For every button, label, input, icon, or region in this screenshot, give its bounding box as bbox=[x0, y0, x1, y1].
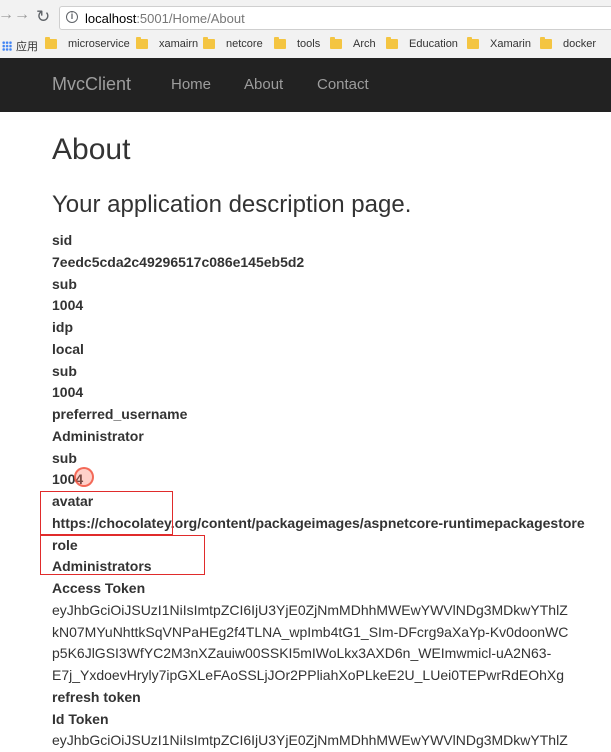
avatar-highlight-box bbox=[40, 491, 173, 535]
claim-line: Administrator bbox=[52, 427, 144, 444]
claim-line: p5K6JlGSI3WfYC2M3nXZauiw00SSKI5mIWoLkx3A… bbox=[52, 645, 552, 662]
folder-icon bbox=[45, 37, 57, 49]
reload-icon[interactable]: ↻ bbox=[36, 7, 50, 27]
bookmark-label: xamairn bbox=[159, 38, 199, 50]
bookmark-label: Xamarin bbox=[490, 38, 531, 50]
navbar-brand[interactable]: MvcClient bbox=[52, 74, 131, 95]
nav-link-about[interactable]: About bbox=[244, 76, 283, 93]
url-text: localhost:5001/Home/About bbox=[85, 11, 245, 26]
claim-line: eyJhbGciOiJSUzI1NiIsImtpZCI6IjU3YjE0ZjNm… bbox=[52, 601, 568, 618]
claim-line: Access Token bbox=[52, 580, 146, 596]
folder-icon bbox=[540, 37, 552, 49]
bookmark-arch[interactable]: Arch bbox=[330, 37, 376, 50]
claim-line: sub bbox=[52, 362, 77, 379]
bookmark-docker[interactable]: docker bbox=[540, 37, 597, 50]
bookmark-label: Education bbox=[409, 38, 458, 50]
bookmark-tools[interactable]: tools bbox=[274, 37, 321, 50]
url-path: :5001/Home/About bbox=[136, 11, 245, 26]
folder-icon bbox=[330, 37, 342, 49]
claim-line: 1004 bbox=[52, 297, 84, 314]
folder-icon bbox=[136, 37, 148, 49]
bookmark-label: docker bbox=[563, 38, 597, 50]
address-bar[interactable]: i localhost:5001/Home/About bbox=[59, 6, 611, 30]
bookmark-label: tools bbox=[297, 38, 321, 50]
bookmark-education[interactable]: Education bbox=[386, 37, 458, 50]
claim-line: kN07MYuNhttkSqVNPaHEg2f4TLNA_wpImb4tG1_S… bbox=[52, 623, 569, 640]
claim-line: preferred_username bbox=[52, 406, 188, 422]
bookmark-label: Arch bbox=[353, 38, 376, 50]
forward-arrow-icon[interactable]: → bbox=[14, 6, 30, 24]
browser-toolbar: → → ↻ i localhost:5001/Home/About bbox=[0, 0, 611, 34]
claim-line: E7j_YxdoevHryly7ipGXLeFAoSSLjJOr2PPliahX… bbox=[52, 667, 565, 683]
url-host: localhost bbox=[85, 11, 137, 26]
bookmark-netcore[interactable]: netcore bbox=[203, 37, 263, 50]
claim-line: 1004 bbox=[52, 384, 84, 401]
folder-icon bbox=[274, 37, 286, 49]
info-icon[interactable]: i bbox=[66, 11, 78, 23]
bookmark-microservice[interactable]: microservice bbox=[45, 37, 130, 50]
page-title: About bbox=[52, 133, 131, 166]
claim-line: sub bbox=[52, 449, 77, 466]
bookmark-xamarin[interactable]: Xamarin bbox=[467, 37, 531, 50]
claim-line: 7eedc5cda2c49296517c086e145eb5d2 bbox=[52, 253, 305, 270]
site-navbar: MvcClient Home About Contact bbox=[0, 58, 611, 112]
role-highlight-box bbox=[40, 535, 205, 575]
apps-grid-icon bbox=[2, 41, 12, 51]
nav-link-contact[interactable]: Contact bbox=[317, 76, 369, 93]
bookmark-xamairn[interactable]: xamairn bbox=[136, 37, 199, 50]
folder-icon bbox=[467, 37, 479, 49]
bookmark-label: 应用 bbox=[16, 41, 38, 53]
claim-line: sid bbox=[52, 232, 73, 248]
claim-line: 1004 bbox=[52, 471, 84, 488]
claim-line: Id Token bbox=[52, 710, 109, 727]
bookmark-apps[interactable]: 应用 bbox=[2, 38, 38, 54]
claim-line: sub bbox=[52, 275, 77, 292]
cursor-highlight bbox=[74, 467, 94, 487]
claim-line: refresh token bbox=[52, 688, 141, 705]
back-arrow-icon[interactable]: → bbox=[0, 6, 14, 24]
claim-line: local bbox=[52, 340, 84, 357]
claim-line: idp bbox=[52, 319, 73, 335]
bookmark-label: netcore bbox=[226, 38, 263, 50]
page-subtitle: Your application description page. bbox=[52, 191, 412, 218]
bookmark-label: microservice bbox=[68, 38, 130, 50]
folder-icon bbox=[386, 37, 398, 49]
bookmarks-bar: 应用 microservice xamairn netcore tools Ar… bbox=[0, 34, 611, 59]
nav-link-home[interactable]: Home bbox=[171, 76, 211, 93]
folder-icon bbox=[203, 37, 215, 49]
